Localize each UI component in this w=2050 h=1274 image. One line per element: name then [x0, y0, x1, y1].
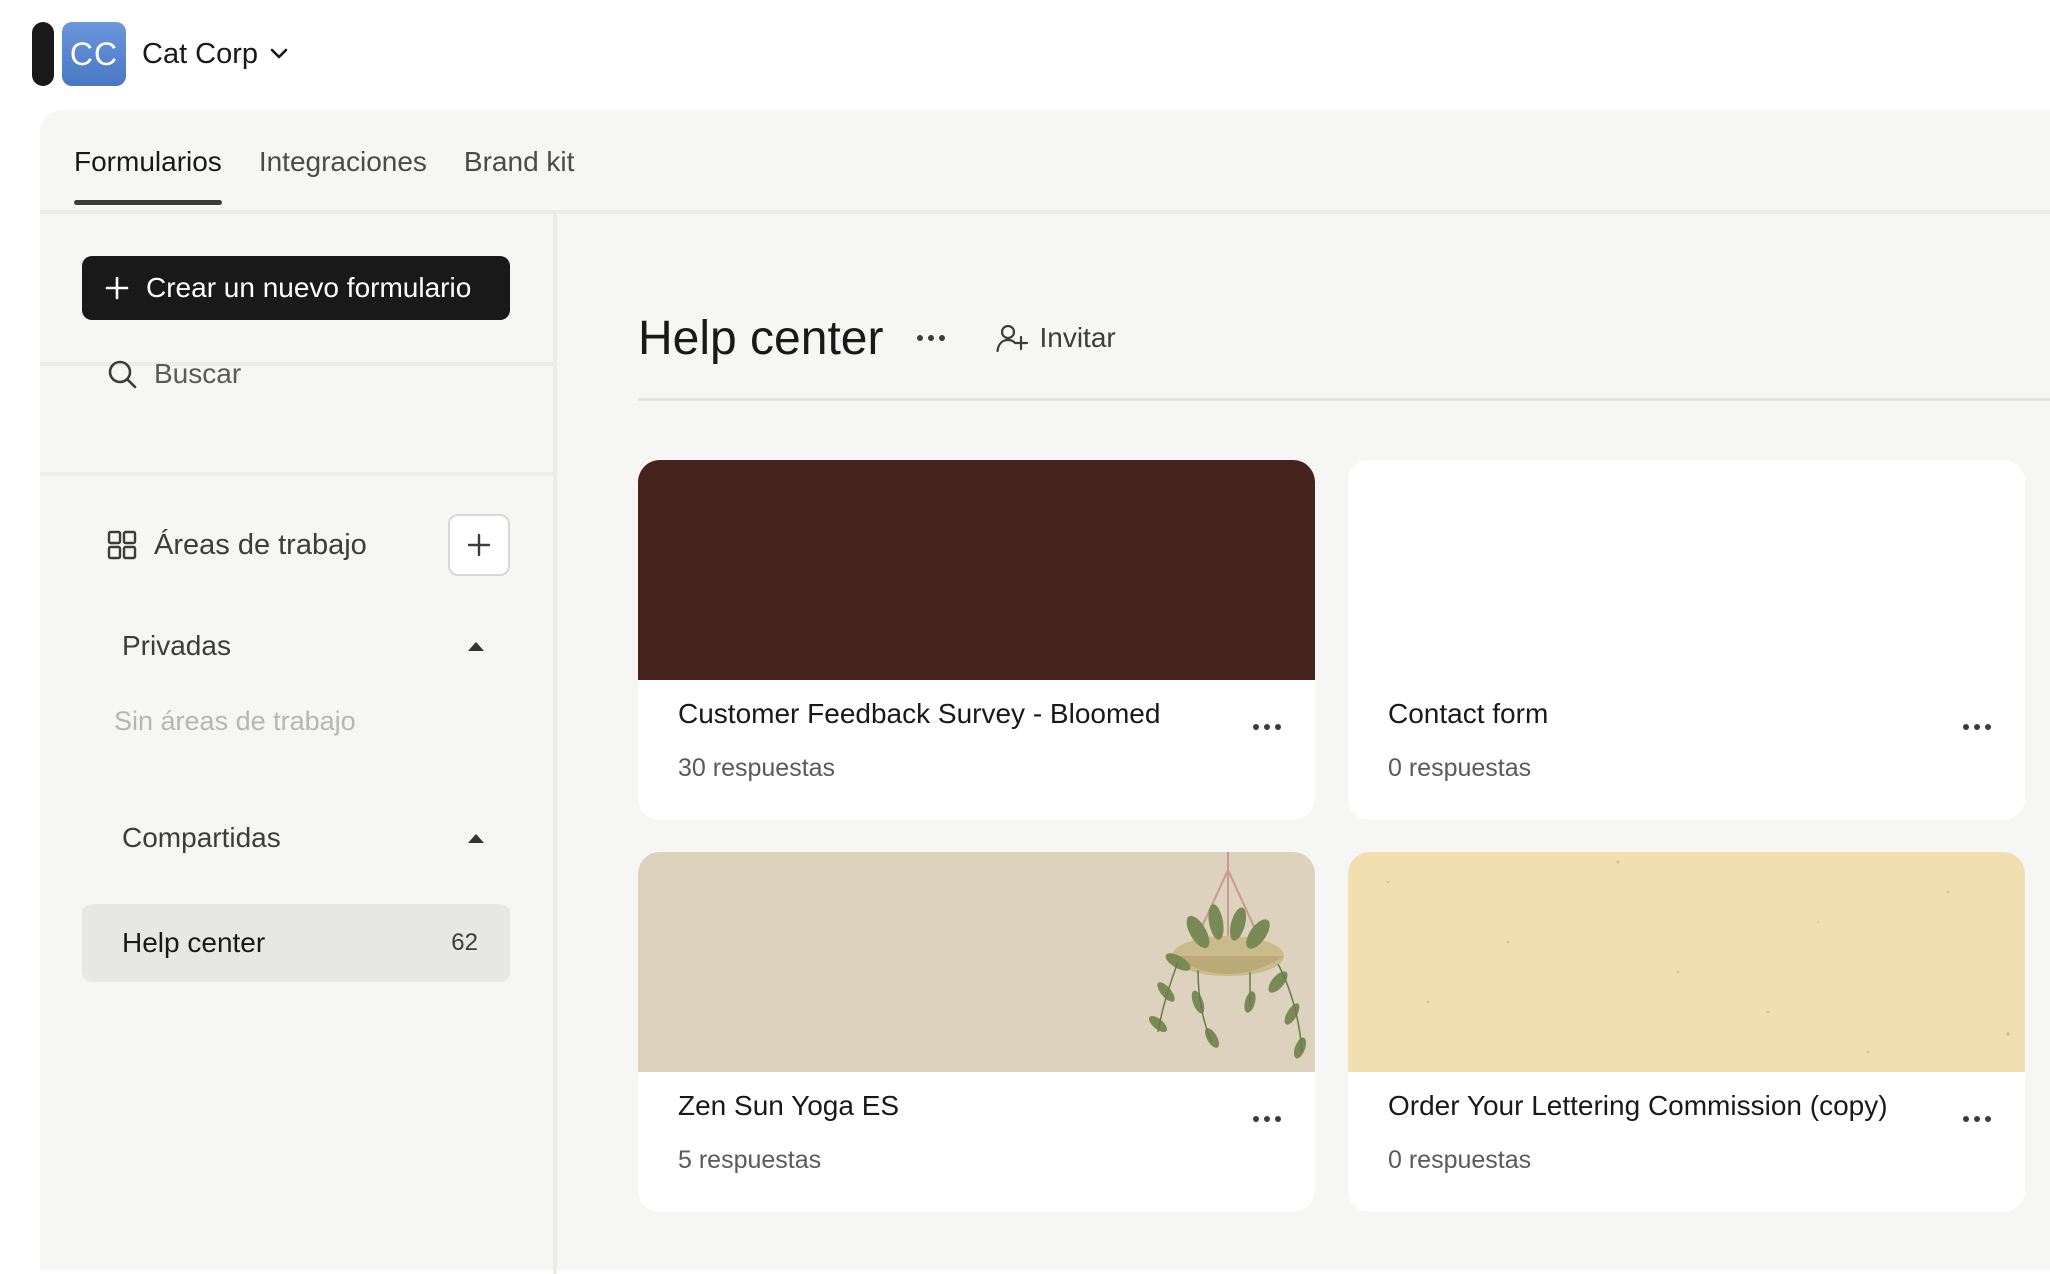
- content-divider: [638, 398, 2050, 401]
- org-avatar[interactable]: CC: [62, 22, 126, 86]
- sidebar: Crear un nuevo formulario Buscar Áreas d…: [40, 214, 553, 1274]
- form-card[interactable]: Customer Feedback Survey - Bloomed 30 re…: [638, 460, 1315, 820]
- content-header: Help center Invitar: [638, 298, 1116, 378]
- form-title: Customer Feedback Survey - Bloomed: [678, 698, 1161, 729]
- plus-icon: [105, 276, 129, 300]
- shared-group-label: Compartidas: [122, 822, 281, 853]
- form-responses: 5 respuestas: [678, 1146, 822, 1174]
- form-title: Order Your Lettering Commission (copy): [1388, 1090, 1888, 1121]
- private-group-toggle[interactable]: Privadas: [122, 624, 510, 668]
- sidebar-toggle[interactable]: [32, 22, 54, 86]
- add-workspace-button[interactable]: [448, 514, 510, 576]
- create-form-label: Crear un nuevo formulario: [146, 272, 472, 303]
- tab-bar: Formularios Integraciones Brand kit: [74, 110, 574, 210]
- sidebar-divider: [553, 214, 557, 1274]
- org-name: Cat Corp: [142, 37, 259, 70]
- search-button[interactable]: Buscar: [106, 344, 241, 404]
- form-card[interactable]: Zen Sun Yoga ES 5 respuestas: [638, 852, 1315, 1212]
- page-title: Help center: [638, 311, 884, 365]
- form-title: Contact form: [1388, 698, 1549, 729]
- sidebar-item-help-center[interactable]: Help center 62: [82, 904, 510, 982]
- caret-up-icon: [468, 833, 484, 843]
- form-card[interactable]: Order Your Lettering Commission (copy) 0…: [1348, 852, 2025, 1212]
- grid-icon: [107, 530, 137, 560]
- form-cover: [1348, 460, 2025, 680]
- form-cover: [1348, 852, 2025, 1072]
- workspaces-label: Áreas de trabajo: [154, 528, 367, 561]
- top-bar: CC Cat Corp: [0, 0, 2050, 110]
- invite-button[interactable]: Invitar: [995, 321, 1116, 355]
- workspace-more-button[interactable]: [917, 325, 946, 351]
- form-title: Zen Sun Yoga ES: [678, 1090, 900, 1121]
- form-responses: 0 respuestas: [1388, 754, 1532, 782]
- divider: [40, 472, 553, 476]
- invite-label: Invitar: [1039, 322, 1116, 353]
- search-label: Buscar: [154, 358, 242, 389]
- plus-icon: [467, 533, 491, 557]
- tab-formularios[interactable]: Formularios: [74, 110, 222, 210]
- workspaces-header: Áreas de trabajo: [106, 514, 510, 576]
- tab-integraciones[interactable]: Integraciones: [259, 110, 427, 210]
- paper-texture: [1386, 860, 2010, 1054]
- org-switcher[interactable]: Cat Corp: [142, 34, 290, 74]
- sidebar-item-label: Help center: [122, 927, 266, 958]
- private-group-label: Privadas: [122, 630, 231, 661]
- add-user-icon: [996, 324, 1029, 353]
- empty-workspaces-note: Sin áreas de trabajo: [114, 706, 356, 736]
- form-more-button[interactable]: [1963, 718, 1991, 736]
- form-more-button[interactable]: [1963, 1110, 1991, 1128]
- form-cover: [638, 852, 1315, 1072]
- form-more-button[interactable]: [1253, 718, 1281, 736]
- create-form-button[interactable]: Crear un nuevo formulario: [82, 256, 510, 320]
- hanging-plant-illustration: [1148, 852, 1307, 1059]
- caret-up-icon: [468, 641, 484, 651]
- form-more-button[interactable]: [1253, 1110, 1281, 1128]
- sidebar-item-count: 62: [451, 929, 478, 956]
- form-card[interactable]: Contact form 0 respuestas: [1348, 460, 2025, 820]
- form-cover: [638, 460, 1315, 680]
- form-responses: 0 respuestas: [1388, 1146, 1532, 1174]
- tab-brand-kit[interactable]: Brand kit: [464, 110, 575, 210]
- shared-group-toggle[interactable]: Compartidas: [122, 816, 510, 860]
- main-panel: Formularios Integraciones Brand kit Crea…: [40, 110, 2050, 1274]
- search-icon: [108, 360, 137, 389]
- form-responses: 30 respuestas: [678, 754, 836, 782]
- chevron-down-icon: [270, 48, 288, 59]
